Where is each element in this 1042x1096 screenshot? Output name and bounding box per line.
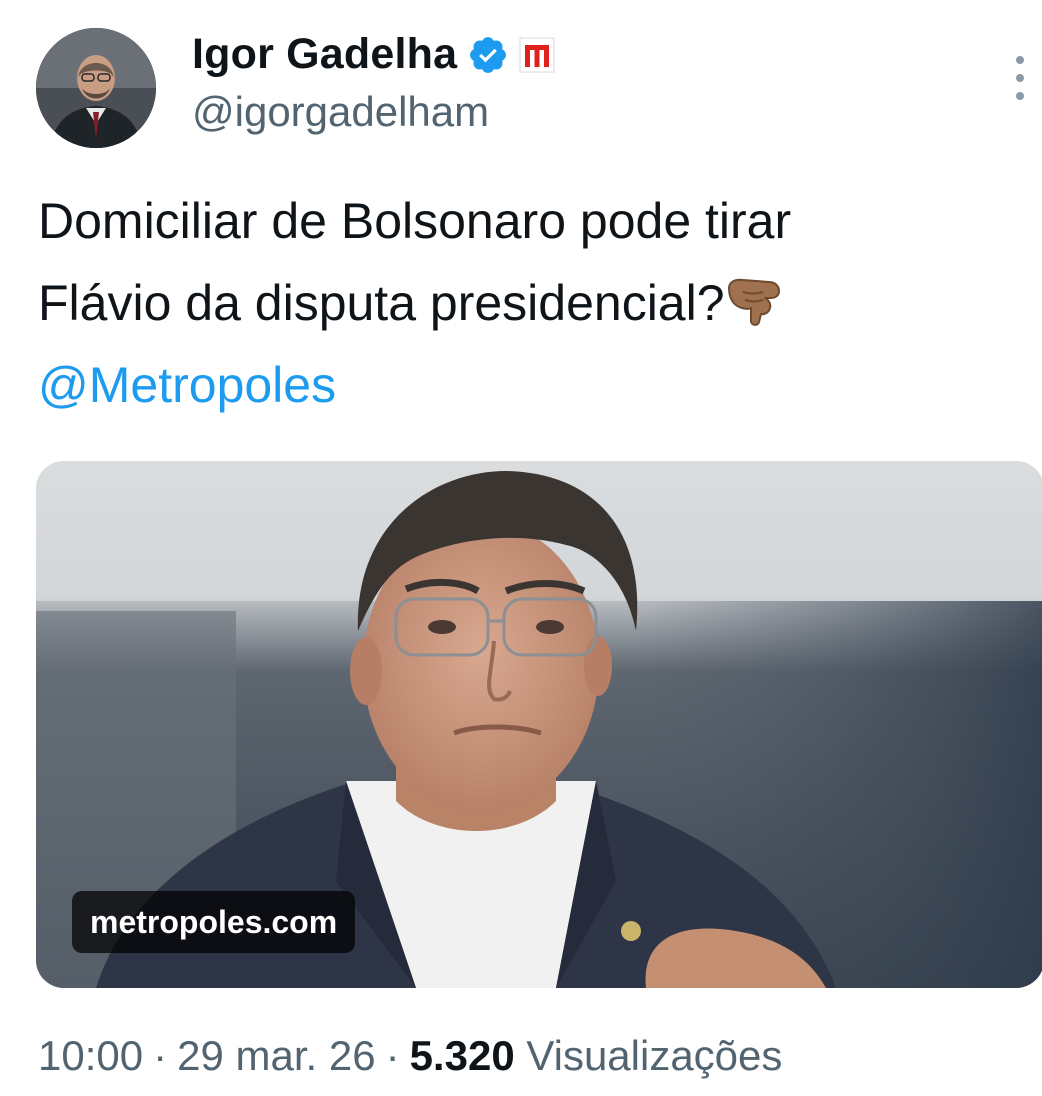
verified-badge-icon[interactable] [467,34,509,76]
tweet-text-line-2-text: Flávio da disputa presidencial? [38,275,725,331]
tweet-meta: 10:00 · 29 mar. 26 · 5.320 Visualizações [38,1032,782,1080]
card-domain-badge: metropoles.com [72,891,356,953]
author-name[interactable]: Igor Gadelha [192,30,457,79]
separator: · [385,1032,400,1079]
views-count[interactable]: 5.320 [410,1032,515,1079]
separator: · [153,1032,168,1079]
more-options-icon[interactable] [1004,56,1036,100]
pointing-down-hand-icon [727,278,780,326]
tweet-time[interactable]: 10:00 [38,1032,143,1079]
more-dot [1016,92,1024,100]
more-dot [1016,74,1024,82]
avatar[interactable] [36,28,156,148]
author-name-row: Igor Gadelha [192,30,555,79]
mention-link[interactable]: @Metropoles [38,344,998,426]
link-card[interactable]: metropoles.com [36,461,1042,988]
author-handle[interactable]: @igorgadelham [192,88,489,136]
views-label: Visualizações [526,1032,783,1079]
tweet-text: Domiciliar de Bolsonaro pode tirar Flávi… [38,180,998,426]
metropoles-logo-icon[interactable] [519,37,555,73]
tweet-date[interactable]: 29 mar. 26 [177,1032,375,1079]
tweet-text-line-2: Flávio da disputa presidencial? [38,262,998,344]
more-dot [1016,56,1024,64]
tweet: Igor Gadelha @igorgadelham Domiciliar de… [0,0,1042,1096]
tweet-text-line-1: Domiciliar de Bolsonaro pode tirar [38,193,792,249]
